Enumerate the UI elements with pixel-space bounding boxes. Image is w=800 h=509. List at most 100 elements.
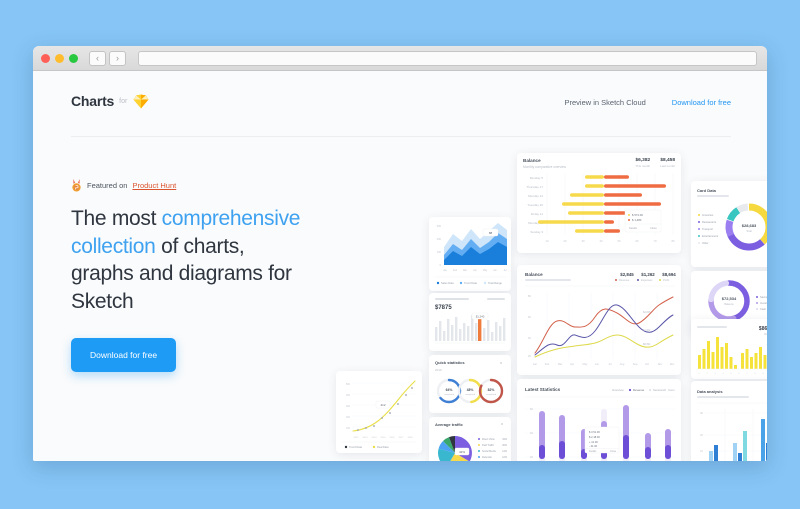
gauge-orders: 82% completed: [478, 378, 504, 404]
svg-text:Sales Data: Sales Data: [441, 281, 454, 285]
minimize-window-button[interactable]: [55, 53, 64, 63]
svg-text:Mar: Mar: [558, 362, 563, 366]
svg-text:300: 300: [437, 224, 442, 228]
card-latest-statistics[interactable]: Latest Statistics Overview Revenue Sessi…: [517, 379, 681, 461]
stacked-bar-tooltip: $ 3,51.00 $ 2,18.00 + 12.00 - 41.00 Deta…: [584, 426, 620, 454]
scatter-legend: Trend Data Real Data: [344, 445, 389, 449]
svg-text:Trend Data: Trend Data: [349, 445, 362, 449]
svg-text:Friday 11: Friday 11: [531, 212, 544, 216]
svg-text:Transport: Transport: [702, 227, 713, 231]
svg-text:34%: 34%: [502, 438, 508, 441]
svg-text:8: 8: [754, 373, 756, 375]
svg-text:Jun: Jun: [595, 362, 600, 366]
svg-text:Sep: Sep: [633, 362, 638, 366]
card-quick-statistics[interactable]: Quick statistics 2019 64% completed 48% …: [429, 355, 511, 413]
svg-text:Revenue: Revenue: [633, 388, 645, 392]
svg-text:2018: 2018: [408, 437, 414, 439]
card-subtitle: Monthly comparative overview: [523, 164, 566, 169]
svg-text:completed: completed: [486, 393, 497, 396]
browser-window: ‹ › Charts for Preview in Sketch Cloud D…: [33, 46, 767, 461]
line-chart-plot: Balance $2,845 Revenue $1,262 Expenses $…: [525, 272, 676, 366]
card-subtitle: 2019: [435, 368, 442, 372]
grouped-bar-plot: Data analysis 30 20 10: [697, 389, 767, 461]
svg-text:82%: 82%: [488, 388, 495, 392]
svg-text:88: 88: [489, 231, 493, 235]
svg-text:3: 3: [714, 373, 716, 375]
svg-text:$72,534: $72,534: [722, 296, 737, 301]
svg-text:Nov: Nov: [658, 362, 663, 366]
svg-text:40: 40: [530, 431, 534, 435]
svg-text:40: 40: [528, 336, 532, 340]
svg-text:2016: 2016: [390, 437, 396, 439]
svg-text:100: 100: [437, 250, 442, 254]
page-content: Charts for Preview in Sketch Cloud Downl…: [33, 71, 767, 461]
svg-text:10: 10: [700, 449, 703, 453]
stat-value: $8,458: [660, 158, 675, 163]
svg-text:Jun: Jun: [493, 269, 498, 272]
card-stats: $6,382 This month $8,458 Last month: [635, 158, 675, 168]
stat-last-month: $8,458 Last month: [660, 158, 675, 168]
svg-text:20: 20: [700, 433, 703, 437]
svg-text:$ 2,18.00: $ 2,18.00: [589, 435, 600, 439]
svg-text:Mar: Mar: [463, 269, 467, 272]
gauge-visits: 48% completed: [457, 378, 483, 404]
svg-text:$8,694: $8,694: [643, 343, 651, 346]
gauge-sales: 64% completed: [436, 378, 462, 404]
svg-text:6: 6: [738, 373, 740, 375]
pie-chart-plot: Average traffic 42% Direct Visits 34% Pa…: [435, 422, 508, 461]
yellow-bar-plot: $86,923 this quarter: [697, 326, 767, 375]
horizontal-bar-plot: Monday 5Thursday 17 Monday 12Tuesday 20 …: [526, 172, 675, 243]
card-tabs: Overview Revenue Sessions Conv.: [612, 388, 675, 392]
svg-text:May: May: [483, 269, 488, 272]
svg-text:Profit: Profit: [663, 278, 669, 282]
forward-arrow-icon[interactable]: ›: [109, 50, 126, 66]
card-title: Quick statistics: [435, 360, 465, 365]
back-arrow-icon[interactable]: ‹: [89, 50, 106, 66]
card-horizontal-bar-chart[interactable]: Balance Monthly comparative overview $6,…: [517, 153, 681, 253]
svg-text:Real Data: Real Data: [377, 445, 389, 449]
line-chart-stats: $2,845 Revenue $1,262 Expenses $8,694 Pr…: [615, 272, 676, 282]
card-scatter-trend[interactable]: 500 400 300 200 100 412 2012 2013 2014 2…: [336, 371, 422, 453]
svg-text:Apr: Apr: [473, 269, 477, 272]
svg-text:60: 60: [528, 315, 532, 319]
svg-text:1: 1: [698, 373, 700, 375]
svg-text:48%: 48%: [467, 388, 474, 392]
svg-text:Jul: Jul: [503, 269, 507, 272]
svg-text:Close: Close: [650, 226, 657, 230]
svg-text:50: 50: [617, 239, 621, 243]
svg-text:Social Media: Social Media: [482, 450, 496, 453]
card-data-analysis-bars[interactable]: Data analysis 30 20 10: [691, 381, 767, 461]
card-revenue-sparkline[interactable]: $7875 $1,240: [429, 293, 511, 351]
window-controls: [41, 53, 78, 63]
area-chart-tooltip: 88: [482, 228, 499, 237]
svg-text:Groceries: Groceries: [702, 213, 714, 217]
svg-text:64%: 64%: [446, 388, 453, 392]
svg-text:$28,683: $28,683: [742, 223, 757, 228]
card-average-traffic-pie[interactable]: Average traffic 42% Direct Visits 34% Pa…: [429, 417, 511, 461]
card-line-chart[interactable]: Balance $2,845 Revenue $1,262 Expenses $…: [517, 265, 681, 375]
chart-card-deck: Balance Monthly comparative overview $6,…: [33, 71, 767, 461]
svg-text:26%: 26%: [502, 444, 508, 447]
svg-text:Tuesday 20: Tuesday 20: [527, 203, 543, 207]
card-weekly-activity-bars[interactable]: $86,923 this quarter: [691, 319, 767, 379]
card-area-chart[interactable]: 300 200 100 0 88 Jan Feb Mar Apr May Jun: [429, 217, 511, 291]
sparkline-tooltip: $1,240: [471, 312, 489, 320]
svg-text:Sessions: Sessions: [653, 388, 665, 392]
svg-text:Paid Traffic: Paid Traffic: [482, 444, 495, 447]
close-window-button[interactable]: [41, 53, 50, 63]
donut-chart-plot: Card Data $28,683 Total Groceries Restau…: [697, 188, 767, 251]
svg-text:400: 400: [346, 394, 351, 397]
svg-text:12%: 12%: [502, 456, 508, 459]
svg-text:Jan: Jan: [443, 269, 448, 272]
zoom-window-button[interactable]: [69, 53, 78, 63]
svg-text:Monday 12: Monday 12: [528, 194, 543, 198]
svg-text:500: 500: [346, 383, 351, 386]
svg-text:14%: 14%: [502, 450, 508, 453]
address-bar[interactable]: [138, 50, 757, 66]
svg-text:Details: Details: [629, 226, 638, 230]
svg-text:200: 200: [346, 416, 351, 419]
card-card-data-donut[interactable]: Card Data $28,683 Total Groceries Restau…: [691, 181, 767, 267]
svg-text:60: 60: [530, 407, 534, 411]
svg-text:$ 1,480: $ 1,480: [632, 218, 642, 222]
card-title: Average traffic: [435, 422, 464, 427]
